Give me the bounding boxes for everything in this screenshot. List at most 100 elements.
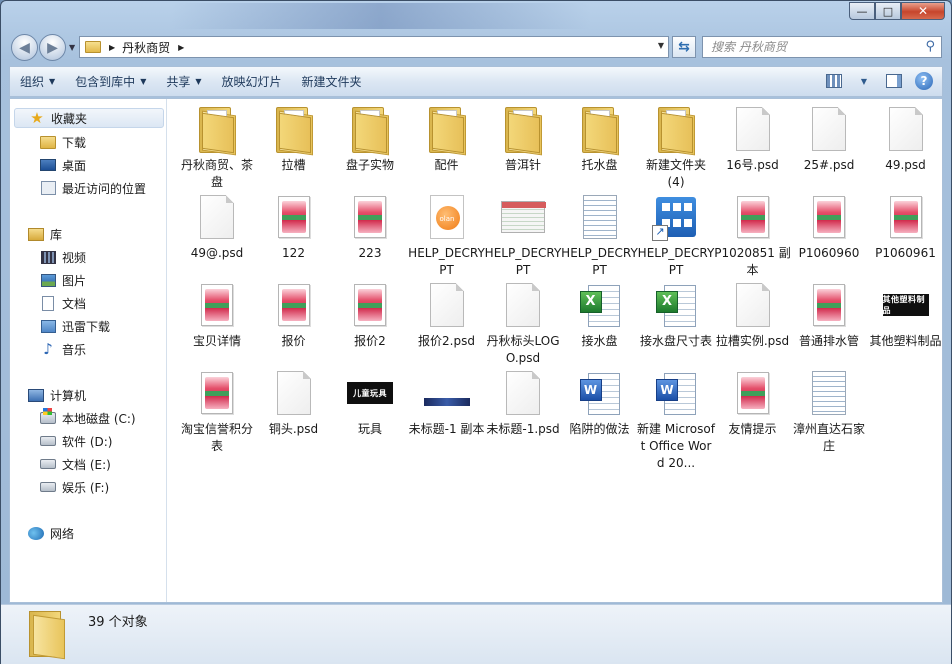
share-button[interactable]: 共享 ▼ (156, 70, 211, 94)
file-item[interactable]: P1060960 (790, 193, 868, 262)
psd-icon (729, 281, 777, 329)
psd-icon (270, 369, 318, 417)
search-input[interactable] (711, 40, 911, 54)
documents-icon (40, 295, 56, 311)
file-item[interactable]: HELP_DECRYPT (484, 193, 562, 279)
maximize-button[interactable]: □ (875, 2, 901, 20)
psd-icon (499, 369, 547, 417)
file-item[interactable]: HELP_DECRYPT (637, 193, 715, 279)
network-icon (28, 525, 44, 541)
sidebar-item-drive-e[interactable]: 文档 (E:) (40, 454, 111, 474)
file-item[interactable]: 223 (331, 193, 409, 262)
image-thumbnail-icon (193, 369, 241, 417)
file-item[interactable]: 托水盘 (561, 105, 639, 174)
text-file-icon (576, 193, 624, 241)
sidebar-item-downloads[interactable]: 下载 (40, 132, 86, 152)
sidebar-item-label: 视频 (62, 250, 87, 265)
file-item[interactable]: 丹秋商贸、茶盘 (178, 105, 256, 191)
sidebar-item-network[interactable]: 网络 (28, 523, 74, 543)
search-icon[interactable]: ⚲ (925, 39, 935, 54)
file-item[interactable]: 盘子实物 (331, 105, 409, 174)
sidebar-item-desktop[interactable]: 桌面 (40, 155, 86, 175)
file-item[interactable]: 淘宝信誉积分表 (178, 369, 256, 455)
sidebar-item-pictures[interactable]: 图片 (40, 270, 86, 290)
help-button[interactable]: ? (912, 70, 936, 92)
file-name: 新建 Microsoft Office Word 20... (637, 422, 715, 470)
view-icon (826, 74, 842, 88)
forward-button[interactable]: ▶ (39, 34, 66, 61)
file-item[interactable]: 25#.psd (790, 105, 868, 174)
view-options-button[interactable]: ▼ (852, 70, 876, 92)
file-item[interactable]: 拉槽实例.psd (714, 281, 792, 350)
address-dropdown-icon[interactable]: ▼ (658, 41, 664, 50)
file-item[interactable]: 拉槽 (255, 105, 333, 174)
file-item[interactable]: 49.psd (867, 105, 945, 174)
file-item[interactable]: 报价2.psd (408, 281, 486, 350)
file-item[interactable]: 普洱针 (484, 105, 562, 174)
file-item[interactable]: 未标题-1.psd (484, 369, 562, 438)
file-item[interactable]: P1020851 副本 (714, 193, 792, 279)
file-item[interactable]: 铜头.psd (255, 369, 333, 438)
breadcrumb-chevron-icon[interactable]: ▶ (178, 43, 184, 52)
new-folder-button[interactable]: 新建文件夹 (292, 70, 372, 94)
file-list: 丹秋商贸、茶盘 拉槽 盘子实物 配件 普洱针 托水盘 新建文件夹 (4) 16号.psd 25#… (178, 105, 942, 600)
organize-button[interactable]: 组织 ▼ (10, 70, 65, 94)
file-item[interactable]: 儿童玩具 玩具 (331, 369, 409, 438)
folder-icon (652, 105, 700, 154)
sidebar-item-favorites[interactable]: ★ 收藏夹 (14, 108, 164, 128)
file-item[interactable]: 漳州直达石家庄 (790, 369, 868, 455)
sidebar-item-documents[interactable]: 文档 (40, 293, 86, 313)
file-item[interactable]: 新建 Microsoft Office Word 20... (637, 369, 715, 472)
file-name: P1060961 (875, 246, 936, 260)
file-item[interactable]: 友情提示 (714, 369, 792, 438)
sidebar-item-computer[interactable]: 计算机 (28, 385, 86, 405)
file-item[interactable]: 丹秋标头LOGO.psd (484, 281, 562, 367)
file-item[interactable]: HELP_DECRYPT (408, 193, 486, 279)
sidebar-item-recent[interactable]: 最近访问的位置 (40, 178, 146, 198)
file-item[interactable]: 接水盘 (561, 281, 639, 350)
address-bar[interactable]: ▶ 丹秋商贸 ▶ ▼ (79, 36, 669, 58)
breadcrumb-current[interactable]: 丹秋商贸 (122, 39, 170, 56)
file-item[interactable]: 配件 (408, 105, 486, 174)
include-library-button[interactable]: 包含到库中 ▼ (65, 70, 156, 94)
file-item[interactable]: 宝贝详情 (178, 281, 256, 350)
refresh-button[interactable]: ⇆ (672, 36, 696, 58)
file-name: 铜头.psd (268, 422, 319, 436)
sidebar-item-drive-c[interactable]: 本地磁盘 (C:) (40, 408, 136, 428)
sidebar-item-libraries[interactable]: 库 (28, 224, 62, 244)
preview-pane-button[interactable] (882, 70, 906, 92)
recent-pages-arrow-icon[interactable]: ▼ (69, 43, 75, 52)
sidebar-item-drive-d[interactable]: 软件 (D:) (40, 431, 112, 451)
breadcrumb-separator-icon[interactable]: ▶ (109, 43, 115, 52)
file-item[interactable]: 其他塑料制品 其他塑料制品 (867, 281, 945, 350)
slideshow-button[interactable]: 放映幻灯片 (212, 70, 292, 94)
file-item[interactable]: 普通排水管 (790, 281, 868, 350)
file-item[interactable]: HELP_DECRYPT (561, 193, 639, 279)
sidebar-item-drive-f[interactable]: 娱乐 (F:) (40, 477, 109, 497)
file-name: 淘宝信誉积分表 (180, 422, 253, 453)
include-library-label: 包含到库中 (75, 75, 136, 89)
file-item[interactable]: 报价2 (331, 281, 409, 350)
search-box[interactable]: ⚲ (702, 36, 942, 58)
file-item[interactable]: 49@.psd (178, 193, 256, 262)
file-item[interactable]: 新建文件夹 (4) (637, 105, 715, 191)
close-button[interactable]: ✕ (901, 2, 945, 20)
preview-pane-icon (886, 74, 902, 88)
file-item[interactable]: 陷阱的做法 (561, 369, 639, 438)
file-item[interactable]: 未标题-1 副本 (408, 369, 486, 438)
file-name: 新建文件夹 (4) (645, 158, 706, 189)
file-item[interactable]: 报价 (255, 281, 333, 350)
sidebar-item-music[interactable]: ♪ 音乐 (40, 339, 86, 359)
file-item[interactable]: 接水盘尺寸表 (637, 281, 715, 350)
new-folder-label: 新建文件夹 (301, 75, 362, 89)
file-name: 122 (282, 246, 305, 260)
file-item[interactable]: 16号.psd (714, 105, 792, 174)
minimize-button[interactable]: — (849, 2, 875, 20)
change-view-button[interactable] (822, 70, 846, 92)
sidebar-item-xunlei[interactable]: 迅雷下载 (40, 316, 110, 336)
back-button[interactable]: ◀ (11, 34, 38, 61)
file-item[interactable]: 122 (255, 193, 333, 262)
file-item[interactable]: P1060961 (867, 193, 945, 262)
music-icon: ♪ (43, 340, 53, 358)
sidebar-item-videos[interactable]: 视频 (40, 247, 86, 267)
